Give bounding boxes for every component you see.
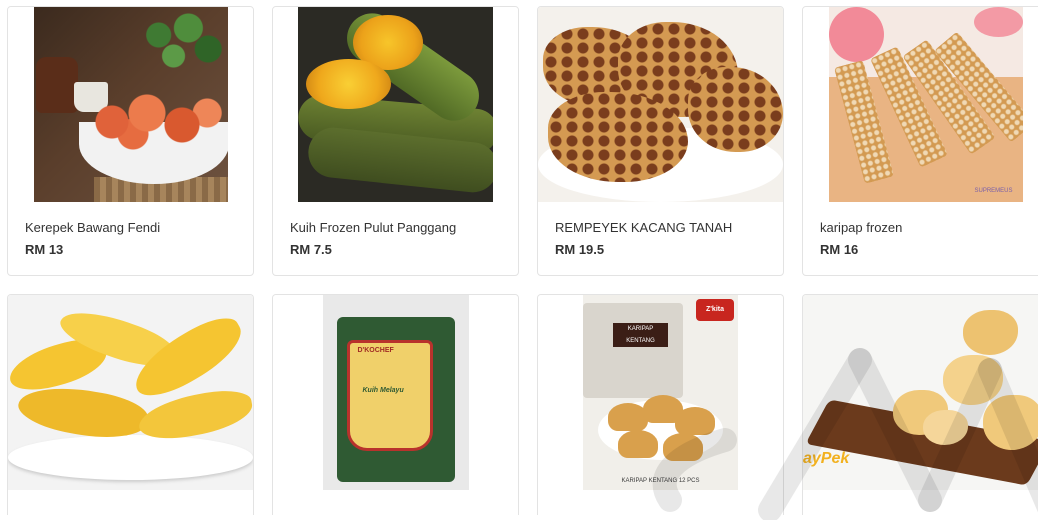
product-card[interactable]: Kerepek Bawang Fendi RM 13 <box>7 6 254 276</box>
product-name[interactable]: REMPEYEK KACANG TANAH <box>555 219 766 236</box>
product-name[interactable]: Kuih Frozen Pulut Panggang <box>290 219 501 236</box>
product-name[interactable]: karipap frozen <box>820 219 1031 236</box>
product-photo: SUPREMEUS <box>828 7 1023 202</box>
product-price: RM 19.5 <box>555 242 605 257</box>
brand-badge: Z'kita <box>696 299 734 321</box>
product-grid: Kerepek Bawang Fendi RM 13 Kuih Frozen P… <box>7 6 1038 515</box>
product-photo: D'KOCHEF Kuih Melayu <box>322 295 469 490</box>
product-price: RM 13 <box>25 242 64 257</box>
product-image-container[interactable]: KARIPAP KENTANG Z'kita KARIPAP KENTANG 1… <box>538 295 783 490</box>
product-image-container[interactable] <box>538 7 783 202</box>
product-image-container[interactable] <box>8 295 253 490</box>
brand-logo: SUPREMEUS <box>974 188 1013 194</box>
package-label-text: KARIPAP KENTANG <box>613 323 668 347</box>
product-name[interactable]: Kerepek Bawang Fendi <box>25 219 236 236</box>
package-brand-text: D'KOCHEF <box>357 347 394 354</box>
product-photo <box>298 7 493 202</box>
product-card[interactable]: SUPREMEUS karipap frozen RM 16 <box>802 6 1038 276</box>
product-card[interactable]: REMPEYEK KACANG TANAH RM 19.5 <box>537 6 784 276</box>
product-image-container[interactable]: ayPek <box>803 295 1038 490</box>
product-image-container[interactable] <box>8 7 253 202</box>
product-photo <box>8 295 253 490</box>
product-photo: ayPek <box>803 295 1038 490</box>
package-variety-text: Kuih Melayu <box>362 387 404 394</box>
brand-logo: ayPek <box>803 450 850 467</box>
product-card[interactable]: D'KOCHEF Kuih Melayu <box>272 294 519 515</box>
product-price: RM 16 <box>820 242 859 257</box>
product-card[interactable]: Kuih Frozen Pulut Panggang RM 7.5 <box>272 6 519 276</box>
product-card[interactable]: KARIPAP KENTANG Z'kita KARIPAP KENTANG 1… <box>537 294 784 515</box>
product-photo <box>538 7 783 202</box>
photo-caption: KARIPAP KENTANG 12 PCS <box>621 478 700 484</box>
product-card[interactable]: ayPek <box>802 294 1038 515</box>
product-price: RM 7.5 <box>290 242 332 257</box>
product-photo <box>33 7 228 202</box>
product-image-container[interactable]: SUPREMEUS <box>803 7 1038 202</box>
product-card[interactable] <box>7 294 254 515</box>
product-image-container[interactable]: D'KOCHEF Kuih Melayu <box>273 295 518 490</box>
product-photo: KARIPAP KENTANG Z'kita KARIPAP KENTANG 1… <box>583 295 738 490</box>
product-image-container[interactable] <box>273 7 518 202</box>
